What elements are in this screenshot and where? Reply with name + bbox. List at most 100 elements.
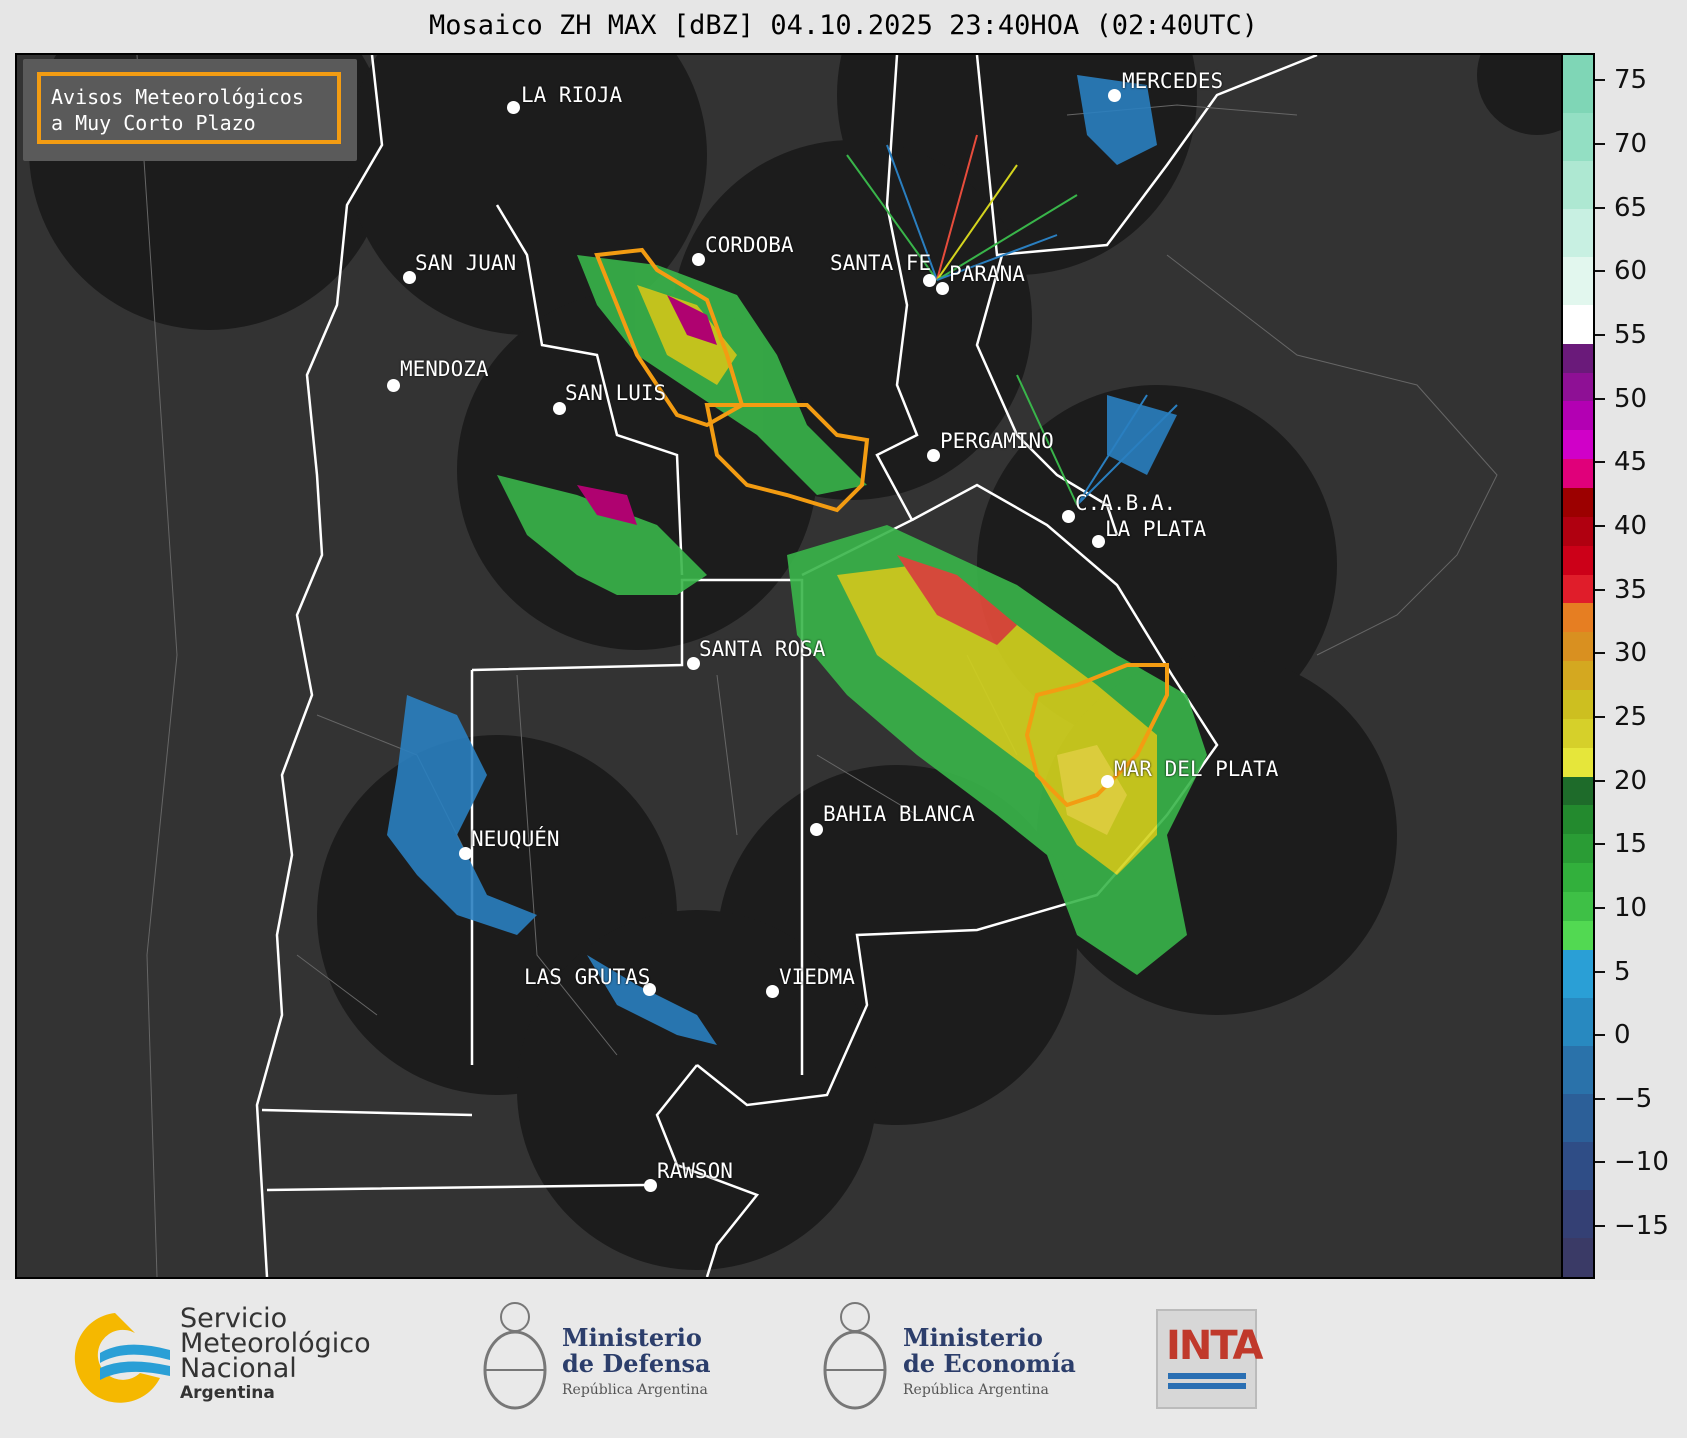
colorbar-segment: [1563, 603, 1593, 633]
colorbar-tick-mark: [1595, 1161, 1605, 1164]
city-label: LA PLATA: [1105, 517, 1207, 541]
colorbar-tick-mark: [1595, 524, 1605, 527]
inta-stripes-icon: [1168, 1373, 1246, 1389]
colorbar-tick-mark: [1595, 715, 1605, 718]
smn-line-3: Nacional: [180, 1353, 297, 1384]
colorbar-tick-label: 30: [1614, 638, 1648, 669]
defensa-line-1: Ministerio: [562, 1323, 702, 1352]
city-marker[interactable]: [936, 282, 949, 295]
colorbar-segment: [1563, 891, 1593, 921]
colorbar-tick-mark: [1595, 206, 1605, 209]
warning-legend: Avisos Meteorológicos a Muy Corto Plazo: [23, 59, 357, 161]
argentina-seal-icon: [483, 1302, 547, 1410]
city-marker[interactable]: [507, 101, 520, 114]
colorbar-tick-mark: [1595, 843, 1605, 846]
city-marker[interactable]: [644, 1179, 657, 1192]
defensa-sub: República Argentina: [562, 1382, 708, 1398]
colorbar-tick-mark: [1595, 143, 1605, 146]
colorbar-segment: [1563, 834, 1593, 864]
radar-map[interactable]: Avisos Meteorológicos a Muy Corto Plazo …: [15, 53, 1563, 1279]
colorbar-tick-mark: [1595, 652, 1605, 655]
economia-sub: República Argentina: [903, 1382, 1049, 1398]
ministerio-economia: Ministerio de Economía República Argenti…: [903, 1325, 1076, 1403]
colorbar-segment: [1563, 487, 1593, 517]
colorbar-segment: [1563, 545, 1593, 575]
city-label: MERCEDES: [1122, 69, 1224, 93]
defensa-line-2: de Defensa: [562, 1349, 711, 1378]
colorbar-segment: [1563, 997, 1593, 1046]
city-label: VIEDMA: [779, 965, 855, 989]
colorbar-segment: [1563, 776, 1593, 806]
colorbar-segment: [1563, 372, 1593, 402]
city-marker[interactable]: [1092, 535, 1105, 548]
city-label: C.A.B.A.: [1075, 491, 1177, 515]
footer: Servicio Meteorológico Nacional Argentin…: [0, 1280, 1687, 1438]
city-marker[interactable]: [923, 274, 936, 287]
colorbar-segment: [1563, 430, 1593, 460]
legend-line-1: Avisos Meteorológicos: [51, 85, 304, 109]
colorbar-tick-mark: [1595, 79, 1605, 82]
city-marker[interactable]: [1108, 89, 1121, 102]
colorbar-segment: [1563, 805, 1593, 835]
colorbar-segment: [1563, 112, 1593, 161]
colorbar-segment: [1563, 343, 1593, 373]
ministerio-defensa: Ministerio de Defensa República Argentin…: [562, 1325, 711, 1403]
colorbar-segment: [1563, 1142, 1593, 1191]
city-marker[interactable]: [1101, 775, 1114, 788]
colorbar-tick-label: 40: [1614, 510, 1648, 541]
city-marker[interactable]: [387, 379, 400, 392]
city-label: MAR DEL PLATA: [1114, 757, 1279, 781]
inta-label: INTA: [1166, 1323, 1263, 1369]
colorbar-segment: [1563, 689, 1593, 719]
colorbar-tick-label: 0: [1614, 1020, 1631, 1051]
colorbar-segment: [1563, 920, 1593, 950]
city-marker[interactable]: [766, 985, 779, 998]
colorbar-tick-mark: [1595, 779, 1605, 782]
colorbar-tick-label: 70: [1614, 129, 1648, 160]
colorbar-segment: [1563, 516, 1593, 546]
colorbar-segment: [1563, 863, 1593, 892]
smn-logo-icon: [74, 1313, 170, 1403]
city-marker[interactable]: [692, 253, 705, 266]
city-marker[interactable]: [1062, 510, 1075, 523]
colorbar-segment: [1563, 949, 1593, 998]
colorbar-tick-label: −10: [1614, 1147, 1669, 1178]
colorbar-tick-mark: [1595, 397, 1605, 400]
colorbar-tick-mark: [1595, 1097, 1605, 1100]
city-label: MENDOZA: [400, 357, 489, 381]
city-label: RAWSON: [657, 1159, 733, 1183]
colorbar-tick-label: 50: [1614, 383, 1648, 414]
city-marker[interactable]: [927, 449, 940, 462]
colorbar-tick-label: 10: [1614, 892, 1648, 923]
city-label: SAN JUAN: [415, 251, 517, 275]
colorbar-segment: [1563, 208, 1593, 258]
colorbar-segment: [1563, 718, 1593, 748]
city-marker[interactable]: [810, 823, 823, 836]
smn-name: Servicio Meteorológico Nacional Argentin…: [180, 1305, 371, 1406]
city-label: LAS GRUTAS: [524, 965, 651, 989]
city-label: NEUQUÉN: [471, 827, 560, 851]
colorbar-tick-mark: [1595, 270, 1605, 273]
economia-line-1: Ministerio: [903, 1323, 1043, 1352]
colorbar-tick-label: −5: [1614, 1083, 1653, 1114]
colorbar-segment: [1563, 55, 1593, 113]
colorbar-tick-mark: [1595, 334, 1605, 337]
city-label: SANTA FE: [830, 251, 932, 275]
colorbar-tick-mark: [1595, 906, 1605, 909]
city-label: SANTA ROSA: [699, 637, 826, 661]
legend-line-2: a Muy Corto Plazo: [51, 111, 256, 135]
colorbar-segment: [1563, 257, 1593, 306]
colorbar-tick-label: 5: [1614, 956, 1631, 987]
smn-country: Argentina: [180, 1383, 275, 1403]
city-label: LA RIOJA: [521, 83, 623, 107]
colorbar-tick-label: 45: [1614, 447, 1648, 478]
colorbar-segment: [1563, 1045, 1593, 1095]
colorbar-tick-mark: [1595, 588, 1605, 591]
dbz-colorbar: [1563, 53, 1595, 1279]
colorbar-tick-label: 25: [1614, 701, 1648, 732]
colorbar-tick-mark: [1595, 461, 1605, 464]
warning-legend-frame: Avisos Meteorológicos a Muy Corto Plazo: [37, 72, 341, 144]
colorbar-segment: [1563, 1238, 1593, 1277]
colorbar-tick-label: 35: [1614, 574, 1648, 605]
city-label: PERGAMINO: [940, 429, 1054, 453]
